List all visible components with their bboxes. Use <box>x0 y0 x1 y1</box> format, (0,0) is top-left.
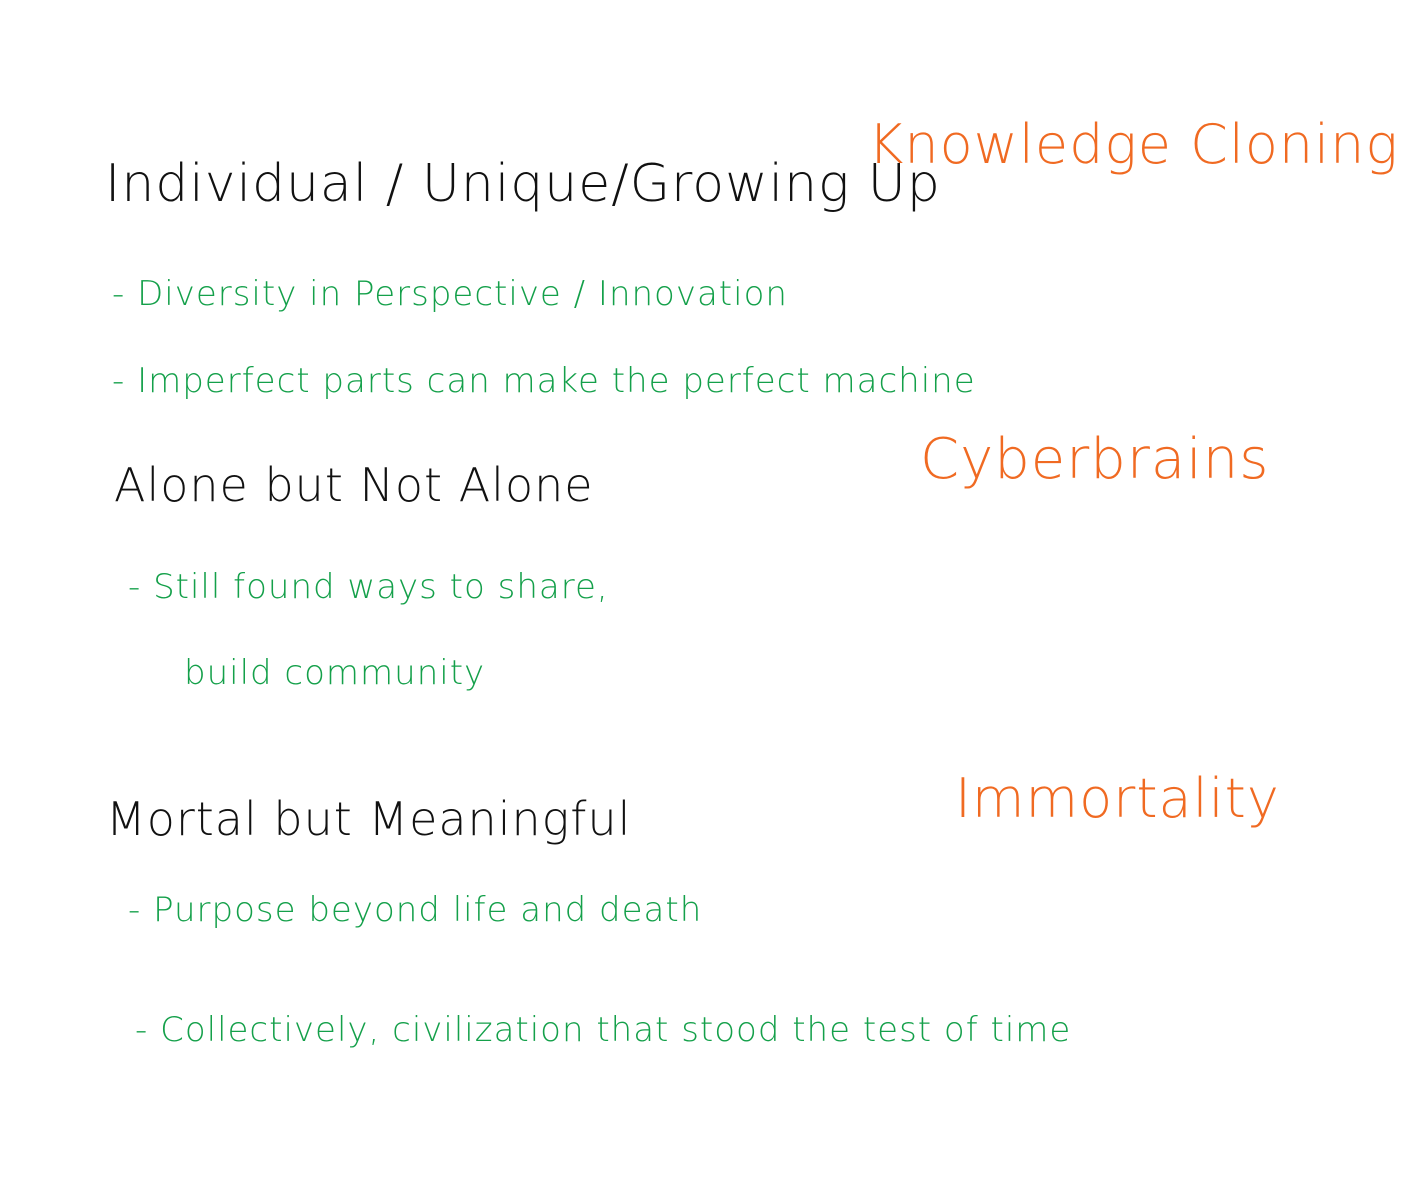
heading-alone: Alone but Not Alone <box>114 458 594 512</box>
point-imperfect-parts: - Imperfect parts can make the perfect m… <box>112 361 976 401</box>
point-collectively: - Collectively, civilization that stood … <box>135 1010 1072 1050</box>
heading-individual: Individual / Unique/Growing Up <box>105 154 941 214</box>
point-diversity: - Diversity in Perspective / Innovation <box>112 274 788 314</box>
point-share-line2: build community <box>184 653 486 693</box>
topic-cyberbrains: Cyberbrains <box>920 427 1270 492</box>
topic-immortality: Immortality <box>955 767 1280 830</box>
heading-mortal: Mortal but Meaningful <box>106 792 632 846</box>
topic-knowledge-cloning: Knowledge Cloning <box>868 113 1399 176</box>
point-purpose: - Purpose beyond life and death <box>128 890 703 930</box>
whiteboard-canvas: Individual / Unique/Growing Up - Diversi… <box>0 0 1422 1188</box>
point-share-line1: - Still found ways to share, <box>128 567 609 607</box>
